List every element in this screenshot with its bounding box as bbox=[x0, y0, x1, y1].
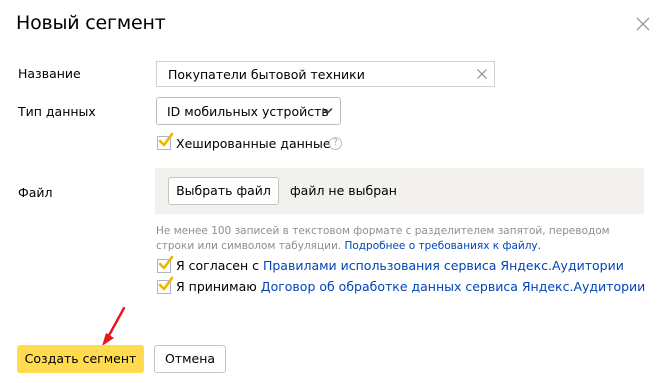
checkmark-icon bbox=[158, 132, 174, 147]
agree-checkbox[interactable] bbox=[157, 255, 174, 273]
usage-rules-link[interactable]: Правилами использования сервиса Яндекс.А… bbox=[263, 258, 624, 273]
chevron-down-icon bbox=[322, 107, 333, 115]
checkmark-icon bbox=[158, 255, 174, 270]
accept-checkbox[interactable] bbox=[157, 276, 174, 294]
clear-icon[interactable] bbox=[476, 68, 488, 80]
segment-name-input[interactable]: Покупатели бытовой техники bbox=[156, 61, 495, 87]
annotation-arrow-icon bbox=[102, 306, 126, 346]
data-type-label: Тип данных bbox=[18, 104, 96, 119]
segment-name-value: Покупатели бытовой техники bbox=[168, 67, 365, 82]
checkmark-icon bbox=[158, 276, 174, 291]
file-label: Файл bbox=[18, 185, 53, 200]
file-status: файл не выбран bbox=[290, 183, 397, 198]
agree-prefix: Я согласен с bbox=[176, 258, 259, 273]
data-type-value: ID мобильных устройств bbox=[167, 104, 329, 119]
name-label: Название bbox=[18, 66, 81, 81]
accept-label: Я принимаю Договор об обработке данных с… bbox=[176, 279, 645, 294]
hashed-label: Хешированные данные bbox=[176, 136, 331, 151]
data-type-select[interactable]: ID мобильных устройств bbox=[156, 97, 341, 125]
file-requirements-link[interactable]: Подробнее о требованиях к файлу. bbox=[344, 240, 541, 252]
agree-label: Я согласен с Правилами использования сер… bbox=[176, 258, 624, 273]
create-segment-button[interactable]: Создать сегмент bbox=[17, 345, 144, 373]
help-icon[interactable]: ? bbox=[329, 137, 342, 150]
dialog-title: Новый сегмент bbox=[16, 12, 166, 34]
cancel-button[interactable]: Отмена bbox=[154, 345, 226, 373]
choose-file-button[interactable]: Выбрать файл bbox=[168, 177, 279, 205]
file-upload-area: Выбрать файл файл не выбран bbox=[155, 168, 644, 214]
accept-prefix: Я принимаю bbox=[176, 279, 257, 294]
close-icon[interactable] bbox=[636, 17, 650, 31]
data-processing-agreement-link[interactable]: Договор об обработке данных сервиса Янде… bbox=[261, 279, 645, 294]
hashed-checkbox[interactable] bbox=[157, 132, 174, 150]
file-hint: Не менее 100 записей в текстовом формате… bbox=[156, 224, 636, 254]
